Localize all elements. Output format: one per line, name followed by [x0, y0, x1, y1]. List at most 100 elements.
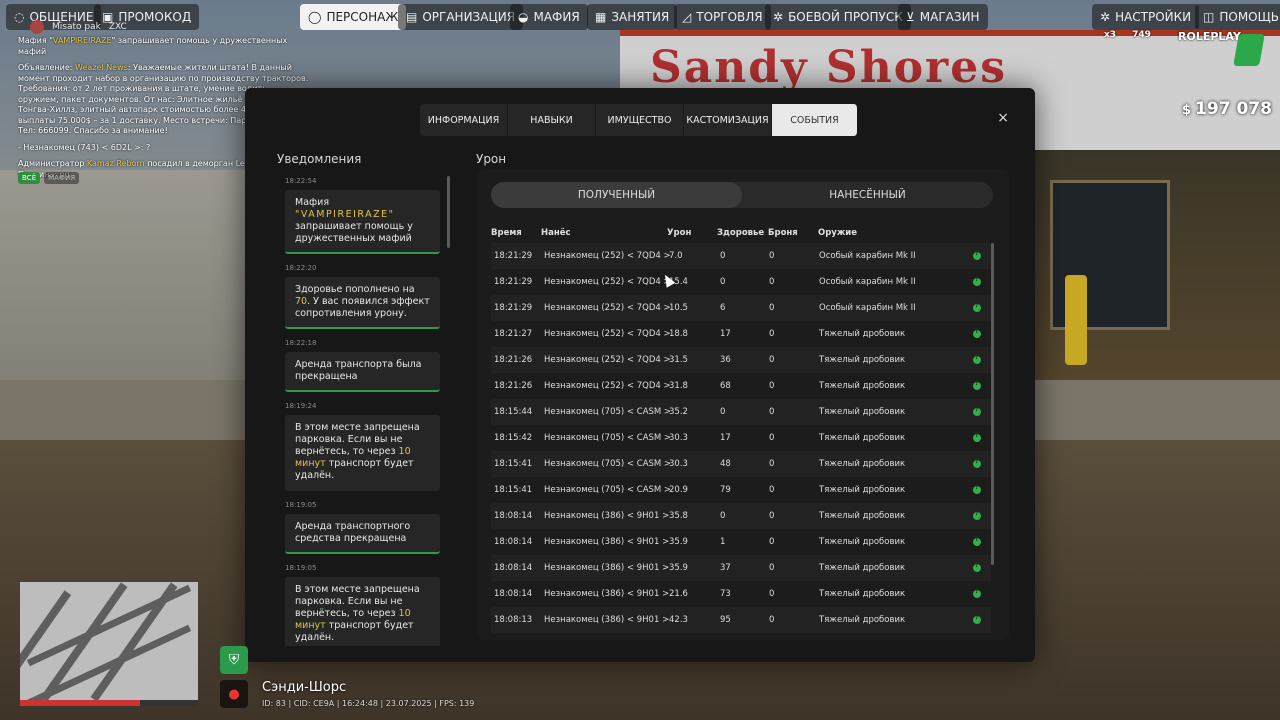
tab-кастомизация[interactable]: КАСТОМИЗАЦИЯ [684, 104, 772, 136]
table-cell: Тяжелый дробовик [819, 355, 906, 365]
table-cell: 0 [720, 251, 726, 261]
nav-label: НАСТРОЙКИ [1115, 10, 1192, 24]
notifications-scrollbar[interactable] [447, 176, 450, 248]
table-row[interactable]: 18:08:14 Незнакомец (386) < 9H01 >35.9 37 0… [491, 555, 991, 581]
info-icon[interactable] [973, 406, 981, 416]
info-icon[interactable] [973, 484, 981, 494]
table-row[interactable]: 18:15:42 Незнакомец (705) < CASM >30.3 17 0… [491, 425, 991, 451]
server-logo: ROLEPLAY [1178, 30, 1241, 43]
table-row[interactable]: 18:15:44 Незнакомец (705) < CASM >35.2 0 0 Т… [491, 399, 991, 425]
table-cell: Незнакомец (386) < 9H01 > [544, 615, 670, 625]
info-icon[interactable] [973, 432, 981, 442]
table-cell: 42.3 [669, 615, 688, 625]
table-cell: 95 [720, 615, 731, 625]
money-value: 197 078 [1195, 99, 1272, 119]
tab-имущество[interactable]: ИМУЩЕСТВО [596, 104, 684, 136]
table-cell: 35.8 [669, 511, 688, 521]
table-cell: 18.8 [669, 329, 688, 339]
table-row[interactable]: 18:21:26 Незнакомец (252) < 7QD4 >31.5 36 0… [491, 347, 991, 373]
column-header[interactable]: Броня [768, 228, 798, 238]
damage-table-scrollbar[interactable] [991, 243, 994, 565]
info-icon[interactable] [973, 354, 981, 364]
damage-title: Урон [476, 152, 507, 166]
nav-gear-button[interactable]: ✲ БОЕВОЙ ПРОПУСК [765, 4, 911, 30]
notification-item: 18:19:05 В этом месте запрещена парковка.… [279, 563, 455, 646]
column-header[interactable]: Оружие [818, 228, 857, 238]
info-icon[interactable] [973, 276, 981, 286]
yellow-bollard [1065, 275, 1087, 365]
info-icon[interactable] [973, 614, 981, 624]
column-header[interactable]: Время [491, 228, 522, 238]
chat-tab-all[interactable]: ВСЁ [18, 172, 41, 184]
table-cell: 20.9 [669, 485, 688, 495]
tab-навыки[interactable]: НАВЫКИ [508, 104, 596, 136]
notification-item: 18:22:18 Аренда транспорта была прекращен… [279, 338, 455, 392]
location-name: Сэнди-Шорс [262, 680, 347, 695]
tab-информация[interactable]: ИНФОРМАЦИЯ [420, 104, 508, 136]
table-row[interactable]: 18:15:41 Незнакомец (705) < CASM >30.3 48 0… [491, 451, 991, 477]
nav-mask-button[interactable]: ◒ МАФИЯ [510, 4, 588, 30]
notification-text: Аренда транспорта была прекращена [285, 352, 440, 392]
mask-icon: ◒ [518, 10, 529, 24]
nav-settings-button[interactable]: ✲ НАСТРОЙКИ [1092, 4, 1200, 30]
notifications-list[interactable]: 18:22:54 Мафия "VAMPIREIRAZE" запрашивает… [279, 176, 455, 646]
table-cell: 68 [720, 381, 731, 391]
nav-cart-button[interactable]: ⊻ МАГАЗИН [898, 4, 988, 30]
table-row[interactable]: 18:08:14 Незнакомец (386) < 9H01 >35.8 0 0 Т… [491, 503, 991, 529]
nav-label: ПРОМОКОД [118, 10, 192, 24]
microphone-icon[interactable]: ● [220, 680, 248, 708]
table-cell: 18:21:29 [494, 277, 533, 287]
table-cell: 0 [769, 589, 775, 599]
nav-chart-button[interactable]: ◿ ТОРГОВЛЯ [674, 4, 771, 30]
table-row[interactable]: 18:08:13 Незнакомец (386) < 9H01 >42.3 95 0… [491, 607, 991, 633]
damage-panel: ПОЛУЧЕННЫЙ НАНЕСЁННЫЙ Время Нанёс Урон Здор… [477, 170, 1009, 640]
table-cell: Незнакомец (386) < 9H01 > [544, 537, 670, 547]
table-row[interactable]: 18:21:27 Незнакомец (252) < 7QD4 >18.8 17 0… [491, 321, 991, 347]
table-cell: 6 [720, 303, 726, 313]
user-icon: ◯ [308, 10, 322, 24]
column-header[interactable]: Нанёс [541, 228, 571, 238]
table-cell: 18:08:14 [494, 511, 533, 521]
table-row[interactable]: 18:21:29 Незнакомец (252) < 7QD4 >15.4 0 0 О… [491, 269, 991, 295]
info-icon[interactable] [973, 380, 981, 390]
help-icon: ◫ [1203, 10, 1215, 24]
nav-help-button[interactable]: ◫ ПОМОЩЬ [1195, 4, 1280, 30]
chat-tab-mafia[interactable]: МАФИЯ [44, 172, 80, 184]
table-row[interactable]: 18:21:29 Незнакомец (252) < 7QD4 >7.0 0 0 Ос… [491, 243, 991, 269]
table-cell: 18:21:26 [494, 355, 533, 365]
tab-события[interactable]: СОБЫТИЯ [772, 104, 858, 136]
table-cell: Тяжелый дробовик [819, 615, 906, 625]
received-damage-button[interactable]: ПОЛУЧЕННЫЙ [491, 182, 742, 208]
table-cell: 36 [720, 355, 731, 365]
table-row[interactable]: 18:21:29 Незнакомец (252) < 7QD4 >10.5 6 0 О… [491, 295, 991, 321]
close-icon[interactable]: × [997, 110, 1009, 126]
dealt-damage-button[interactable]: НАНЕСЁННЫЙ [742, 182, 993, 208]
nav-building-button[interactable]: ▤ ОРГАНИЗАЦИЯ [398, 4, 524, 30]
table-row[interactable]: 18:08:14 Незнакомец (386) < 9H01 >21.6 73 0… [491, 581, 991, 607]
info-icon[interactable] [973, 536, 981, 546]
table-cell: Незнакомец (705) < CASM > [544, 407, 672, 417]
table-row[interactable]: 18:15:41 Незнакомец (705) < CASM >20.9 79 0… [491, 477, 991, 503]
table-cell: Незнакомец (386) < 9H01 > [544, 589, 670, 599]
damage-table-body[interactable]: 18:21:29 Незнакомец (252) < 7QD4 >7.0 0 0 Ос… [491, 243, 993, 635]
shield-icon[interactable]: ⛨ [220, 646, 248, 674]
table-row[interactable]: 18:21:26 Незнакомец (252) < 7QD4 >31.8 68 0… [491, 373, 991, 399]
nav-user-button[interactable]: ◯ ПЕРСОНАЖ [300, 4, 407, 30]
info-icon[interactable] [973, 562, 981, 572]
info-icon[interactable] [973, 458, 981, 468]
column-header[interactable]: Урон [667, 228, 691, 238]
info-icon[interactable] [973, 328, 981, 338]
table-cell: 0 [769, 303, 775, 313]
info-icon[interactable] [973, 302, 981, 312]
info-icon[interactable] [973, 588, 981, 598]
info-icon[interactable] [973, 510, 981, 520]
nav-calendar-button[interactable]: ▦ ЗАНЯТИЯ [587, 4, 678, 30]
table-cell: Незнакомец (252) < 7QD4 > [544, 381, 671, 391]
column-header[interactable]: Здоровье [717, 228, 764, 238]
info-icon[interactable] [973, 250, 981, 260]
table-row[interactable]: 18:08:14 Незнакомец (386) < 9H01 >35.9 1 0 Т… [491, 529, 991, 555]
table-cell: 31.8 [669, 381, 688, 391]
nav-label: МАГАЗИН [919, 10, 980, 24]
nav-label: ТОРГОВЛЯ [696, 10, 763, 24]
hud-counter: 749 [1132, 30, 1151, 40]
